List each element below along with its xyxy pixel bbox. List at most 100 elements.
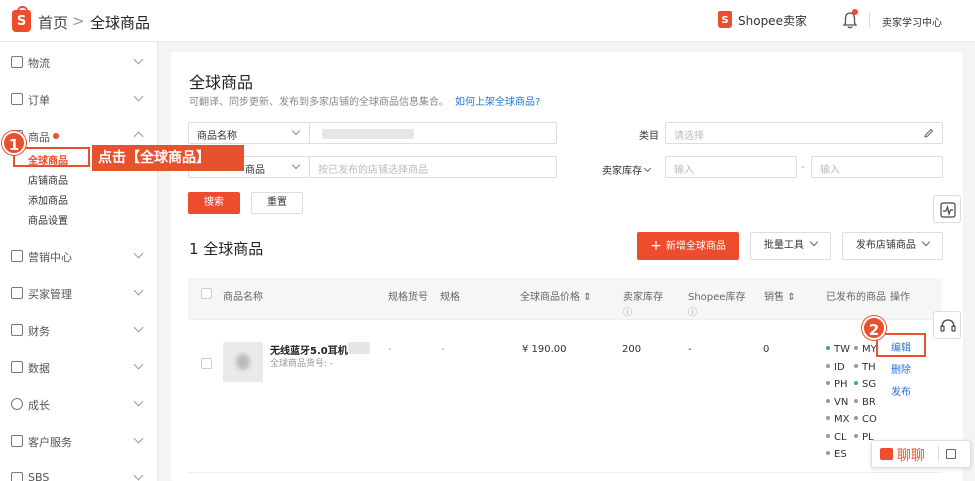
sidebar-item-marketing[interactable]: 营销中心 — [0, 247, 158, 267]
region-tag: VN — [826, 397, 848, 408]
minimize-icon[interactable] — [946, 449, 956, 459]
page-title: 全球商品 — [189, 73, 254, 92]
page-description: 可翻译、同步更新、发布到多家店铺的全球商品信息集合。 如何上架全球商品? — [189, 97, 541, 108]
region-code: VN — [834, 396, 849, 408]
sidebar-sub-add-product[interactable]: 添加商品 — [28, 192, 68, 207]
stock-filter-select[interactable]: 卖家库存 — [602, 162, 652, 177]
category-label: 类目 — [639, 131, 659, 142]
sidebar-item-label: SBS — [28, 471, 50, 481]
name-filter-select[interactable]: 商品名称 — [188, 122, 310, 144]
sidebar-item-label: 订单 — [28, 94, 50, 107]
brand-name[interactable]: Shopee卖家 — [738, 12, 807, 29]
learning-center-link[interactable]: 卖家学习中心 — [882, 14, 942, 29]
name-filter-input[interactable] — [309, 122, 557, 144]
col-name: 商品名称 — [223, 292, 263, 303]
sidebar-item-finance[interactable]: 财务 — [0, 321, 158, 341]
sidebar-item-customer-service[interactable]: 客户服务 — [0, 432, 158, 452]
chevron-down-icon — [133, 433, 144, 444]
row-stock: 200 — [622, 344, 642, 355]
status-dot — [854, 346, 858, 350]
step-1-badge: 1 — [2, 131, 26, 155]
pulse-icon — [940, 202, 956, 218]
stock-min-input[interactable]: 输入 — [665, 156, 797, 178]
status-dot — [826, 451, 830, 455]
sidebar-item-growth[interactable]: 成长 — [0, 395, 158, 415]
product-thumbnail[interactable] — [223, 342, 263, 382]
chevron-down-icon — [133, 91, 144, 102]
chat-icon — [880, 448, 893, 460]
breadcrumb-home[interactable]: 首页 — [38, 12, 68, 33]
status-dot — [826, 346, 830, 350]
sidebar-item-label: 财务 — [28, 325, 50, 338]
select-all-checkbox[interactable] — [201, 288, 212, 299]
chevron-down-icon — [644, 164, 652, 173]
status-dot — [854, 398, 858, 403]
redacted-value — [348, 342, 370, 354]
col-stock[interactable]: 卖家库存 ⓘ — [623, 288, 663, 318]
publish-action[interactable]: 发布 — [891, 383, 911, 398]
help-link[interactable]: 如何上架全球商品? — [455, 97, 540, 108]
product-sku-label: 全球商品货号: - — [270, 359, 334, 369]
region-code: TW — [834, 344, 850, 355]
category-select[interactable]: 请选择 — [665, 122, 943, 144]
range-dash: - — [801, 162, 805, 173]
chat-label: 聊聊 — [897, 448, 925, 464]
region-tag: MY — [854, 344, 877, 355]
chat-widget[interactable]: 聊聊 — [871, 440, 971, 468]
region-code: ID — [834, 361, 845, 373]
sidebar: 物流 订单 商品 全球商品 店铺商品 添加商品 商品设置 营销中心 买家管理 财… — [0, 42, 158, 481]
col-actions: 操作 — [890, 292, 910, 303]
table-header: 商品名称 规格货号 规格 全球商品价格 ⇕ 卖家库存 ⓘ Shopee库存 ⓘ 销售… — [188, 278, 942, 320]
sidebar-item-orders[interactable]: 订单 — [0, 90, 158, 110]
product-count: 1 全球商品 — [189, 240, 264, 258]
region-code: MX — [834, 414, 850, 425]
sidebar-sub-product-settings[interactable]: 商品设置 — [28, 212, 68, 227]
region-code: ES — [834, 449, 847, 460]
region-tag: BR — [854, 397, 876, 408]
pencil-icon — [924, 128, 934, 138]
add-global-product-button[interactable]: + 新增全球商品 — [637, 232, 739, 260]
bulk-tools-button[interactable]: 批量工具 — [750, 232, 831, 260]
region-code: CO — [862, 414, 877, 425]
col-sales[interactable]: 销售 ⇕ — [764, 288, 796, 303]
region-tag: SG — [854, 379, 876, 390]
sidebar-item-logistics[interactable]: 物流 — [0, 53, 158, 73]
col-published: 已发布的商品 — [826, 292, 886, 303]
activity-monitor-button[interactable] — [933, 195, 961, 223]
reset-button[interactable]: 重置 — [251, 192, 303, 214]
chart-icon — [11, 361, 23, 373]
delete-action[interactable]: 删除 — [891, 361, 911, 376]
region-code: SG — [862, 379, 877, 390]
status-dot — [826, 381, 830, 385]
row-price: ¥ 190.00 — [522, 344, 567, 355]
chevron-down-icon — [133, 396, 144, 407]
row-checkbox[interactable] — [201, 358, 212, 369]
status-dot — [854, 381, 858, 385]
sidebar-item-data[interactable]: 数据 — [0, 358, 158, 378]
sbs-icon — [11, 472, 23, 481]
support-button[interactable] — [933, 311, 961, 339]
sort-icon: ⇕ — [787, 292, 796, 303]
region-code: PH — [834, 379, 848, 390]
sidebar-item-label: 成长 — [28, 399, 50, 412]
new-dot — [53, 133, 59, 139]
chevron-down-icon — [291, 160, 301, 170]
region-code: CL — [834, 431, 847, 443]
shopee-logo-icon[interactable]: S — [12, 6, 31, 32]
sidebar-sub-shop-products[interactable]: 店铺商品 — [28, 172, 68, 187]
location-icon — [11, 398, 23, 410]
col-shopee-stock: Shopee库存 ⓘ — [688, 292, 746, 318]
stock-max-input[interactable]: 输入 — [811, 156, 943, 178]
region-tag: ES — [826, 449, 847, 460]
sidebar-item-sbs[interactable]: SBS — [0, 469, 158, 481]
sidebar-item-buyers[interactable]: 买家管理 — [0, 284, 158, 304]
col-price[interactable]: 全球商品价格 ⇕ — [520, 288, 592, 303]
search-button[interactable]: 搜索 — [188, 192, 240, 214]
tag-icon — [11, 250, 23, 262]
top-bar: S 首页 > 全球商品 S Shopee卖家 卖家学习中心 — [0, 0, 975, 42]
status-dot — [826, 433, 830, 438]
shop-filter-input[interactable]: 按已发布的店铺选择商品 — [309, 156, 557, 178]
product-name[interactable]: 无线蓝牙5.0耳机 — [270, 342, 348, 357]
publish-shop-products-button[interactable]: 发布店铺商品 — [842, 232, 943, 260]
row-divider — [188, 472, 942, 473]
